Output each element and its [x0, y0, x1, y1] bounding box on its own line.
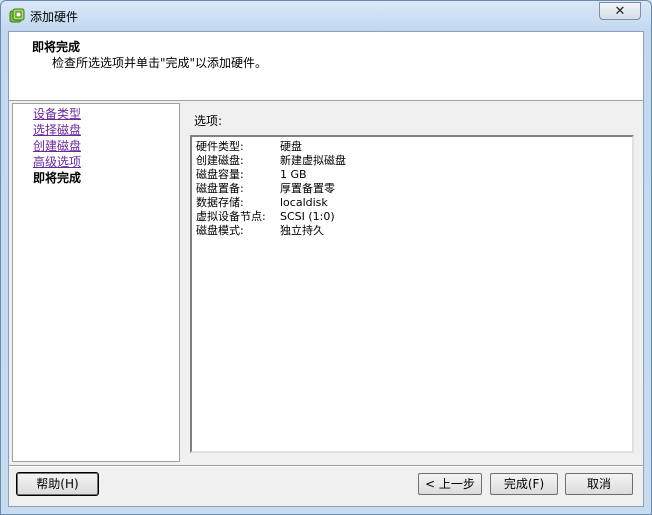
- options-label: 选项:: [194, 114, 223, 128]
- option-value: 新建虚拟磁盘: [280, 154, 346, 167]
- option-value: SCSI (1:0): [280, 210, 335, 223]
- option-key: 磁盘模式:: [196, 224, 244, 237]
- step-select-disk[interactable]: 选择磁盘: [33, 123, 81, 137]
- dialog-body: 即将完成 检查所选选项并单击"完成"以添加硬件。 设备类型 选择磁盘 创建磁盘 …: [8, 31, 644, 507]
- add-hardware-dialog: 添加硬件 ✕ 即将完成 检查所选选项并单击"完成"以添加硬件。 设备类型 选择磁…: [0, 0, 652, 515]
- option-key: 磁盘置备:: [196, 182, 244, 195]
- help-button[interactable]: 帮助(H): [16, 472, 99, 496]
- option-key: 硬件类型:: [196, 140, 244, 153]
- page-title: 即将完成: [32, 40, 81, 54]
- wizard-steps-panel: 设备类型 选择磁盘 创建磁盘 高级选项 即将完成: [12, 103, 180, 462]
- step-device-type[interactable]: 设备类型: [33, 107, 81, 121]
- step-ready-to-complete: 即将完成: [33, 171, 82, 185]
- title-bar[interactable]: 添加硬件 ✕: [1, 1, 651, 31]
- page-description: 检查所选选项并单击"完成"以添加硬件。: [52, 56, 268, 70]
- add-hardware-icon: [9, 8, 25, 24]
- option-key: 磁盘容量:: [196, 168, 244, 181]
- footer-divider: [9, 465, 643, 467]
- option-key: 数据存储:: [196, 196, 244, 209]
- option-value: 独立持久: [280, 224, 324, 237]
- back-button[interactable]: < 上一步: [418, 473, 482, 495]
- step-create-disk[interactable]: 创建磁盘: [33, 139, 81, 153]
- option-value: 厚置备置零: [280, 182, 335, 195]
- options-summary: 硬件类型: 硬盘 创建磁盘: 新建虚拟磁盘 磁盘容量: 1 GB 磁盘置备: 厚…: [190, 135, 634, 453]
- option-value: localdisk: [280, 196, 328, 209]
- option-value: 硬盘: [280, 140, 302, 153]
- finish-button[interactable]: 完成(F): [490, 473, 558, 495]
- option-value: 1 GB: [280, 168, 307, 181]
- close-icon[interactable]: ✕: [599, 2, 641, 20]
- cancel-button[interactable]: 取消: [565, 473, 633, 495]
- step-advanced-options[interactable]: 高级选项: [33, 155, 81, 169]
- option-key: 虚拟设备节点:: [196, 210, 266, 223]
- option-key: 创建磁盘:: [196, 154, 244, 167]
- window-title: 添加硬件: [30, 10, 79, 24]
- wizard-header: 即将完成 检查所选选项并单击"完成"以添加硬件。: [9, 32, 643, 101]
